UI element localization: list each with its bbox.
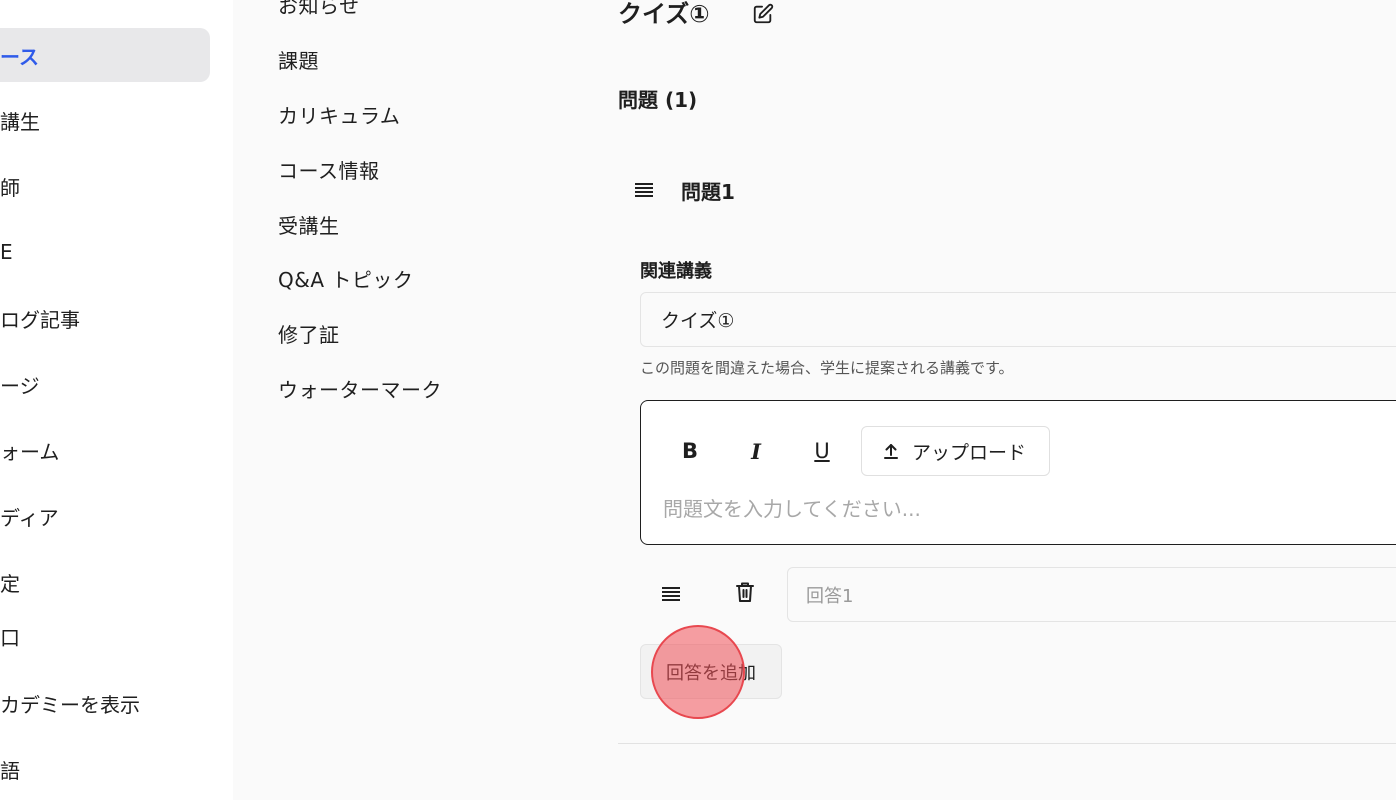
sidebar-item-label: ース: [0, 44, 39, 69]
italic-button[interactable]: I: [731, 426, 781, 476]
sidebar-item-10[interactable]: 口: [0, 609, 210, 663]
sidebar-item-label: 師: [0, 175, 20, 200]
section-divider: [618, 743, 1396, 744]
sidebar-item-forms[interactable]: ォーム: [0, 423, 210, 477]
answer-row: 回答1: [658, 567, 1396, 622]
question-title: 問題1: [681, 180, 735, 204]
subnav-item-announcements[interactable]: お知らせ: [278, 0, 360, 19]
bold-button[interactable]: B: [665, 426, 715, 476]
main-sidebar: ース 講生 師 E ログ記事 ージ ォーム ディア 定 口 カデミーを表示 語: [0, 0, 233, 800]
trash-icon: [735, 581, 755, 607]
related-lecture-label: 関連講義: [640, 261, 712, 282]
question-text-input[interactable]: 問題文を入力してください...: [663, 487, 1396, 527]
subnav-item-course-info[interactable]: コース情報: [278, 155, 380, 184]
related-lecture-select[interactable]: クイズ①: [640, 292, 1396, 347]
sidebar-item-courses[interactable]: ース: [0, 28, 210, 82]
sidebar-item-label: 語: [0, 758, 20, 783]
question-text-editor: B I U アップロード 問題文を入力してください...: [640, 400, 1396, 545]
related-lecture-value: クイズ①: [661, 310, 735, 332]
sidebar-item-4[interactable]: E: [0, 225, 210, 279]
edit-title-button[interactable]: [750, 3, 776, 29]
sidebar-item-label: ージ: [0, 373, 40, 398]
sidebar-item-label: ォーム: [0, 439, 60, 464]
question-header: 問題1: [632, 176, 735, 205]
subnav-item-certificate[interactable]: 修了証: [278, 319, 340, 348]
upload-button-label: アップロード: [912, 441, 1027, 464]
answer-input[interactable]: 回答1: [787, 567, 1396, 622]
underline-button[interactable]: U: [797, 426, 847, 476]
drag-handle-icon: [661, 583, 681, 607]
subnav-item-qa-topics[interactable]: Q&A トピック: [278, 264, 413, 293]
sidebar-item-blog-posts[interactable]: ログ記事: [0, 291, 210, 345]
quiz-title: クイズ①: [618, 0, 710, 28]
sidebar-item-label: 講生: [0, 109, 40, 134]
quiz-editor: クイズ① 問題 (1) 問題1 関連講義 クイズ① この問題を間違えた場合、学生…: [618, 0, 1396, 800]
subnav-item-assignments[interactable]: 課題: [278, 45, 319, 74]
sidebar-item-label: 口: [0, 625, 20, 650]
delete-answer-button[interactable]: [732, 581, 758, 607]
sidebar-item-language[interactable]: 語: [0, 742, 210, 796]
upload-button[interactable]: アップロード: [861, 426, 1050, 476]
related-lecture-help: この問題を間違えた場合、学生に提案される講義です。: [640, 359, 1014, 377]
sidebar-item-settings[interactable]: 定: [0, 555, 210, 609]
sidebar-item-label: カデミーを表示: [0, 692, 140, 717]
sidebar-item-label: 定: [0, 571, 20, 596]
sidebar-item-label: ログ記事: [0, 307, 80, 332]
upload-icon: [882, 442, 900, 460]
app-window: ース 講生 師 E ログ記事 ージ ォーム ディア 定 口 カデミーを表示 語 …: [0, 0, 1396, 800]
answer-drag-handle[interactable]: [658, 582, 684, 608]
edit-icon: [752, 3, 774, 29]
drag-handle-icon: [634, 179, 654, 203]
sidebar-item-pages[interactable]: ージ: [0, 357, 210, 411]
sidebar-item-view-academy[interactable]: カデミーを表示: [0, 676, 210, 730]
questions-heading: 問題 (1): [618, 88, 698, 112]
sidebar-item-label: E: [0, 240, 13, 264]
subnav-item-curriculum[interactable]: カリキュラム: [278, 100, 400, 129]
question-drag-handle[interactable]: [632, 179, 656, 203]
sidebar-item-instructors[interactable]: 師: [0, 159, 210, 213]
sidebar-item-label: ディア: [0, 505, 59, 530]
sidebar-item-students[interactable]: 講生: [0, 93, 210, 147]
subnav-item-students[interactable]: 受講生: [278, 210, 340, 239]
sidebar-item-media[interactable]: ディア: [0, 489, 210, 543]
add-answer-button[interactable]: 回答を追加: [640, 644, 782, 699]
subnav-item-watermark[interactable]: ウォーターマーク: [278, 374, 442, 403]
